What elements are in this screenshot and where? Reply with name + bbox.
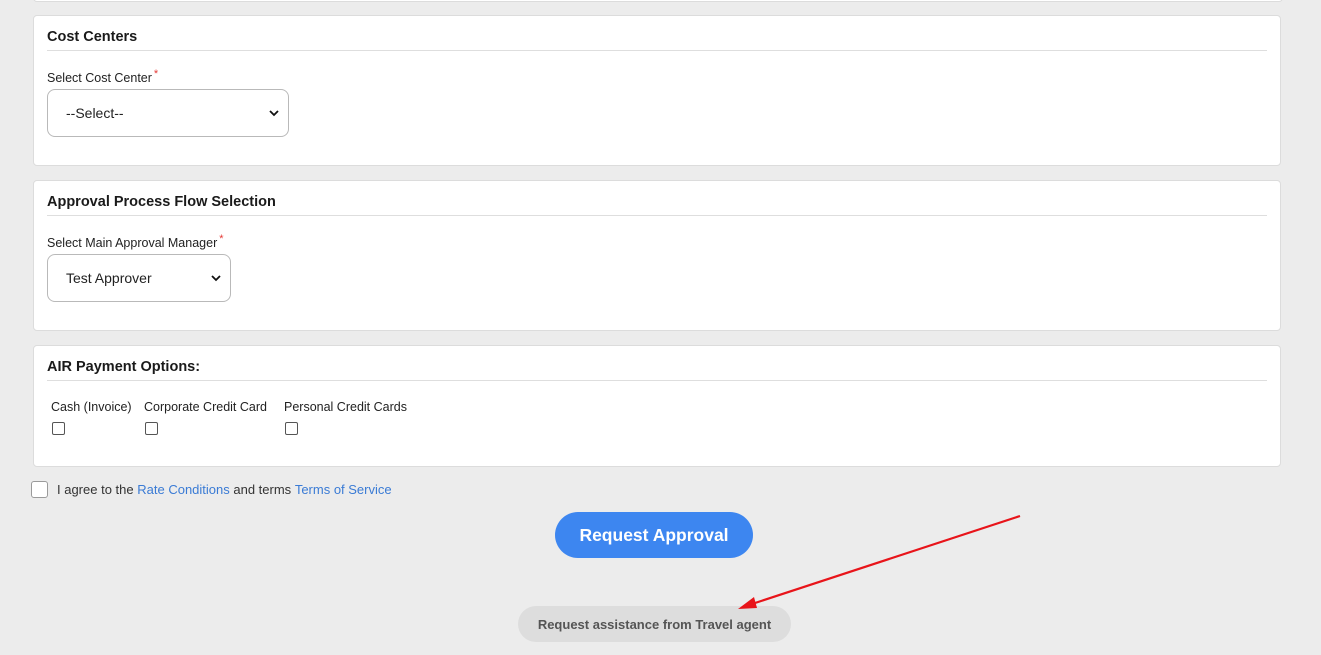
- cost-center-label: Select Cost Center *: [47, 68, 158, 85]
- page: Cost Centers Select Cost Center * --Selec…: [0, 0, 1321, 655]
- agreement-row: I agree to the Rate Conditions and terms…: [31, 481, 392, 498]
- request-assistance-button[interactable]: Request assistance from Travel agent: [518, 606, 791, 642]
- request-approval-button[interactable]: Request Approval: [555, 512, 753, 558]
- cost-center-select[interactable]: --Select--: [47, 89, 289, 137]
- approval-manager-selected-value: Test Approver: [66, 270, 152, 286]
- chevron-down-icon: [211, 275, 221, 282]
- cost-centers-title: Cost Centers: [47, 29, 138, 45]
- payment-option-cash-checkbox[interactable]: [52, 422, 65, 435]
- payment-option-corporate-card-label: Corporate Credit Card: [144, 400, 267, 414]
- cost-centers-card: Cost Centers Select Cost Center * --Selec…: [33, 15, 1281, 166]
- divider: [47, 380, 1267, 381]
- payment-option-corporate-card-checkbox[interactable]: [145, 422, 158, 435]
- agreement-middle: and terms: [233, 482, 292, 497]
- approval-flow-card: Approval Process Flow Selection Select M…: [33, 180, 1281, 331]
- required-asterisk: *: [153, 68, 159, 80]
- payment-option-personal-card-checkbox[interactable]: [285, 422, 298, 435]
- previous-card-edge: [33, 0, 1283, 2]
- rate-conditions-link[interactable]: Rate Conditions: [137, 482, 230, 497]
- approval-manager-label: Select Main Approval Manager *: [47, 233, 224, 250]
- agree-checkbox[interactable]: [31, 481, 48, 498]
- cost-center-label-text: Select Cost Center: [47, 71, 152, 85]
- approval-flow-title: Approval Process Flow Selection: [47, 194, 276, 210]
- payment-option-cash-label: Cash (Invoice): [51, 400, 132, 414]
- payment-option-personal-card-label: Personal Credit Cards: [284, 400, 407, 414]
- divider: [47, 215, 1267, 216]
- divider: [47, 50, 1267, 51]
- air-payment-card: AIR Payment Options: Cash (Invoice) Corp…: [33, 345, 1281, 467]
- air-payment-title: AIR Payment Options:: [47, 359, 201, 375]
- approval-manager-label-text: Select Main Approval Manager: [47, 236, 218, 250]
- required-asterisk: *: [219, 233, 224, 245]
- agreement-prefix: I agree to the: [57, 482, 134, 497]
- cost-center-selected-value: --Select--: [66, 105, 124, 121]
- terms-of-service-link[interactable]: Terms of Service: [295, 482, 392, 497]
- approval-manager-select[interactable]: Test Approver: [47, 254, 231, 302]
- chevron-down-icon: [269, 110, 279, 117]
